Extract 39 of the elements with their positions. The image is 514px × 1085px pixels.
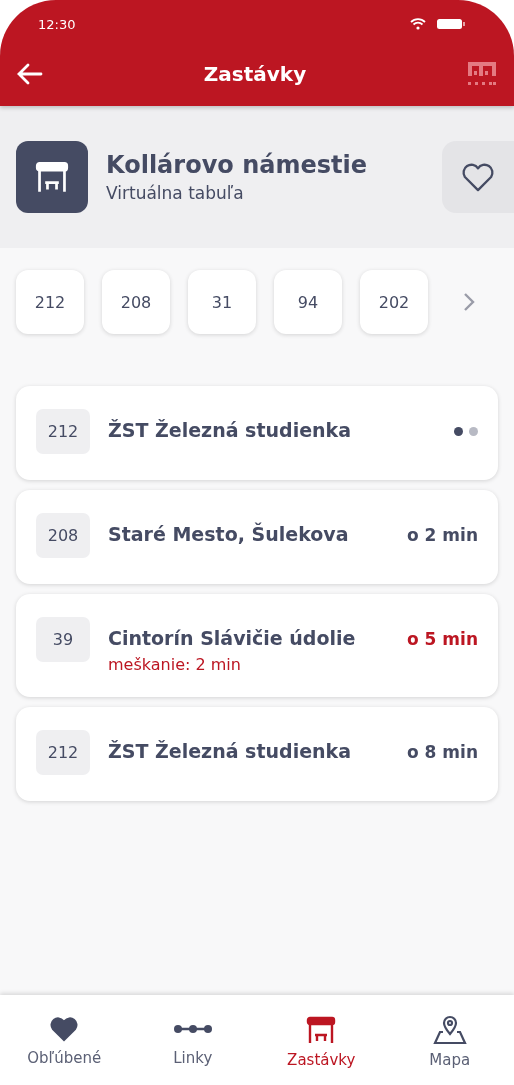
line-stops-icon <box>172 1024 213 1034</box>
line-number: 208 <box>36 513 90 558</box>
destination: Cintorín Slávičie údolie <box>108 627 357 649</box>
line-chip[interactable]: 208 <box>102 270 170 334</box>
bus-stop-badge <box>16 141 88 213</box>
delay-text: meškanie: 2 min <box>108 655 242 674</box>
line-chip[interactable]: 212 <box>16 270 84 334</box>
destination: ŽST Železná studienka <box>108 740 353 762</box>
nav-tab[interactable]: Obľúbené <box>0 995 129 1085</box>
departure-card[interactable]: 39 Cintorín Slávičie údolie meškanie: 2 min o 5 min <box>16 594 498 697</box>
destination: Staré Mesto, Šulekova <box>108 523 350 545</box>
departure-card[interactable]: 212 ŽST Železná studienka <box>16 386 498 480</box>
favorite-button[interactable] <box>442 141 514 213</box>
departure-card[interactable]: 212 ŽST Železná studienka o 8 min <box>16 707 498 801</box>
line-chip[interactable]: 202 <box>360 270 428 334</box>
departure-time: o 8 min <box>407 741 478 762</box>
stop-subtitle: Virtuálna tabuľa <box>106 183 245 203</box>
wifi-icon <box>410 18 426 30</box>
line-number: 212 <box>36 409 90 454</box>
stop-name: Kollárovo námestie <box>106 151 368 179</box>
departure-card[interactable]: 208 Staré Mesto, Šulekova o 2 min <box>16 490 498 584</box>
heart-icon <box>460 161 496 193</box>
loading-indicator <box>454 427 478 436</box>
map-pin-icon <box>432 1015 467 1045</box>
battery-icon <box>436 18 466 30</box>
departure-time: o 2 min <box>407 524 478 545</box>
departure-time: o 5 min <box>407 628 478 649</box>
nav-tab[interactable]: Zastávky <box>257 995 386 1085</box>
heart-icon <box>49 1015 80 1043</box>
bus-shelter-icon <box>306 1015 337 1045</box>
nav-tab[interactable]: Linky <box>128 995 257 1085</box>
status-time: 12:30 <box>38 16 76 32</box>
nav-tab[interactable]: Mapa <box>385 995 514 1085</box>
line-number: 39 <box>36 617 90 662</box>
destination: ŽST Železná studienka <box>108 419 353 441</box>
line-number: 212 <box>36 730 90 775</box>
line-chip[interactable]: 94 <box>274 270 342 334</box>
line-chip[interactable]: 31 <box>188 270 256 334</box>
screen-title: Zastávky <box>203 62 307 86</box>
